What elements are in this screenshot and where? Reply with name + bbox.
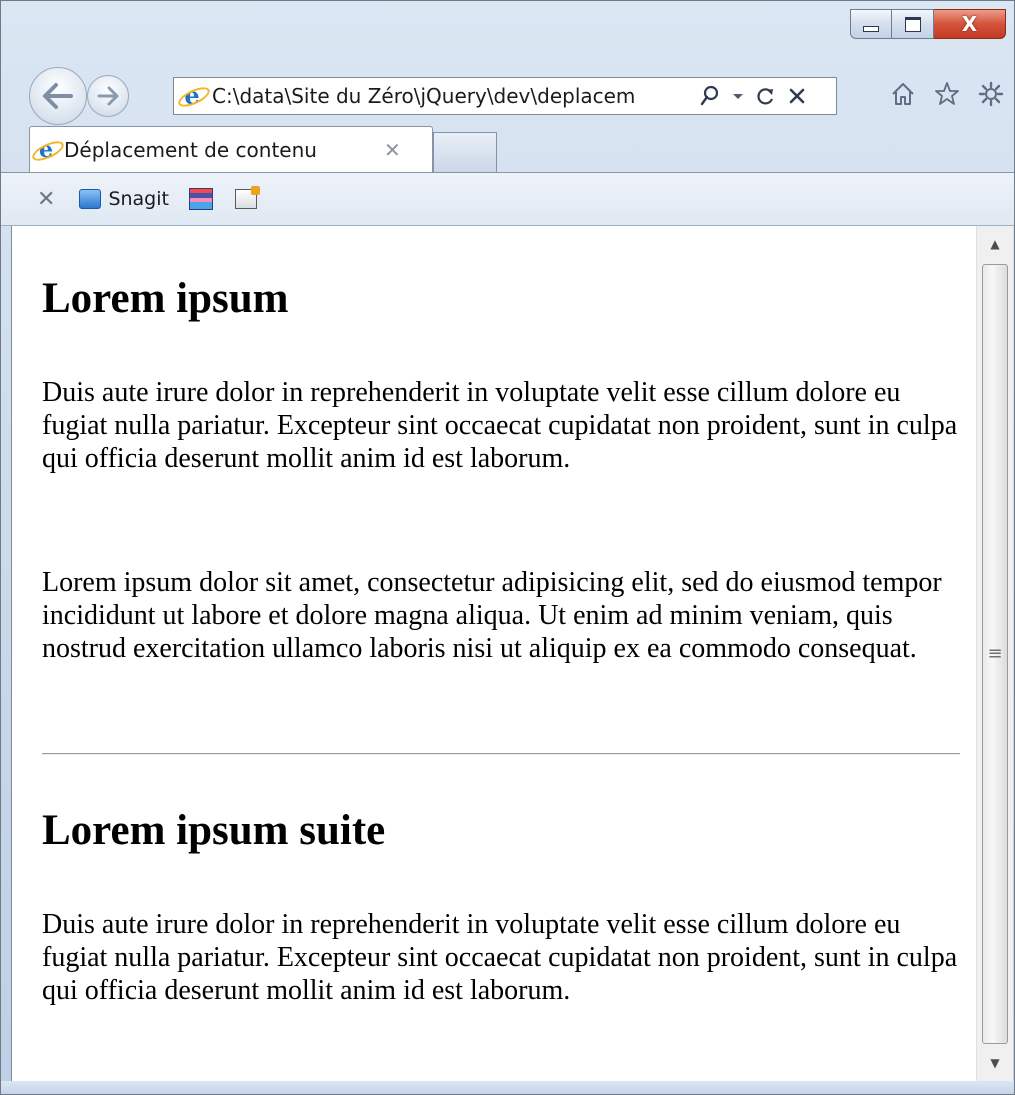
snagit-icon[interactable] (79, 189, 102, 209)
ie-tab-icon: e (29, 136, 67, 165)
paragraph-2: Lorem ipsum dolor sit amet, consectetur … (42, 567, 942, 664)
address-input[interactable]: C:\data\Site du Zéro\jQuery\dev\deplacem (212, 84, 692, 108)
command-toolbar: ✕ Snagit (1, 172, 1014, 226)
forward-button[interactable] (87, 75, 129, 117)
ie-page-icon: e (175, 83, 213, 111)
new-tab-button[interactable] (433, 132, 497, 172)
gear-icon[interactable] (978, 81, 1004, 107)
snagit-edit-icon[interactable] (234, 186, 260, 209)
forward-arrow-icon (97, 86, 119, 106)
address-tools (700, 85, 806, 107)
toolbar-close-icon[interactable]: ✕ (37, 187, 55, 212)
paragraph-3: Duis aute irure dolor in reprehenderit i… (42, 909, 958, 1006)
close-icon: X (961, 12, 978, 36)
chevron-down-icon[interactable] (732, 91, 744, 101)
minimize-icon (863, 26, 879, 32)
snagit-capture-icon[interactable] (188, 188, 213, 210)
tab-title: Déplacement de contenu (64, 137, 317, 162)
heading-lorem-ipsum-suite: Lorem ipsum suite (42, 807, 386, 854)
navigation-bar: e C:\data\Site du Zéro\jQuery\dev\deplac… (1, 59, 1014, 125)
star-icon[interactable] (934, 81, 960, 107)
minimize-button[interactable] (850, 9, 892, 39)
scroll-thumb[interactable]: ≡ (982, 264, 1008, 1044)
scroll-up-icon[interactable]: ▲ (977, 226, 1013, 262)
back-button[interactable] (29, 67, 87, 125)
maximize-icon (904, 16, 921, 32)
stop-icon[interactable] (788, 87, 806, 105)
scroll-down-icon[interactable]: ▼ (977, 1045, 1013, 1081)
snagit-button[interactable]: Snagit (108, 188, 169, 210)
grip-icon: ≡ (987, 643, 1003, 664)
home-icon[interactable] (890, 81, 916, 107)
tab-active[interactable]: e Déplacement de contenu ✕ (29, 126, 433, 172)
window-bottom-frame (1, 1081, 1014, 1094)
heading-lorem-ipsum: Lorem ipsum (42, 275, 289, 322)
window-controls: X (850, 9, 1006, 39)
maximize-button[interactable] (892, 9, 934, 39)
address-bar[interactable]: e C:\data\Site du Zéro\jQuery\dev\deplac… (173, 77, 837, 115)
vertical-scrollbar[interactable]: ▲ ≡ ▼ (976, 226, 1013, 1081)
page-content: Lorem ipsum Duis aute irure dolor in rep… (11, 226, 1013, 1081)
back-arrow-icon (43, 83, 73, 109)
tab-close-icon[interactable]: ✕ (384, 138, 401, 162)
paragraph-1: Duis aute irure dolor in reprehenderit i… (42, 377, 958, 474)
command-icons (890, 81, 1004, 107)
close-window-button[interactable]: X (934, 9, 1006, 39)
refresh-icon[interactable] (756, 86, 776, 106)
browser-window: X e C:\data\Site du Zéro\jQuery\dev\depl… (0, 0, 1015, 1095)
horizontal-rule (42, 753, 960, 755)
search-icon[interactable] (700, 85, 720, 107)
tab-strip: e Déplacement de contenu ✕ (1, 122, 1014, 172)
